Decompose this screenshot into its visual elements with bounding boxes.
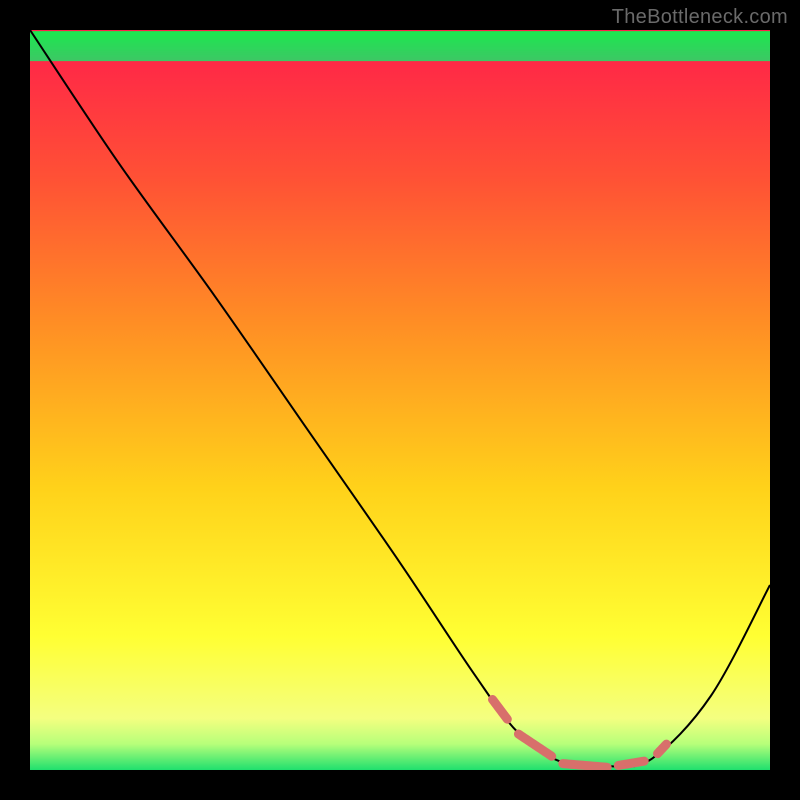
gradient-background: [30, 30, 770, 770]
plot-area: [30, 30, 770, 770]
optimal-marker: [618, 761, 644, 765]
chart-frame: TheBottleneck.com: [0, 0, 800, 800]
green-band: [30, 33, 770, 60]
plot-svg: [30, 30, 770, 770]
watermark-text: TheBottleneck.com: [612, 6, 788, 29]
optimal-marker: [563, 764, 607, 768]
